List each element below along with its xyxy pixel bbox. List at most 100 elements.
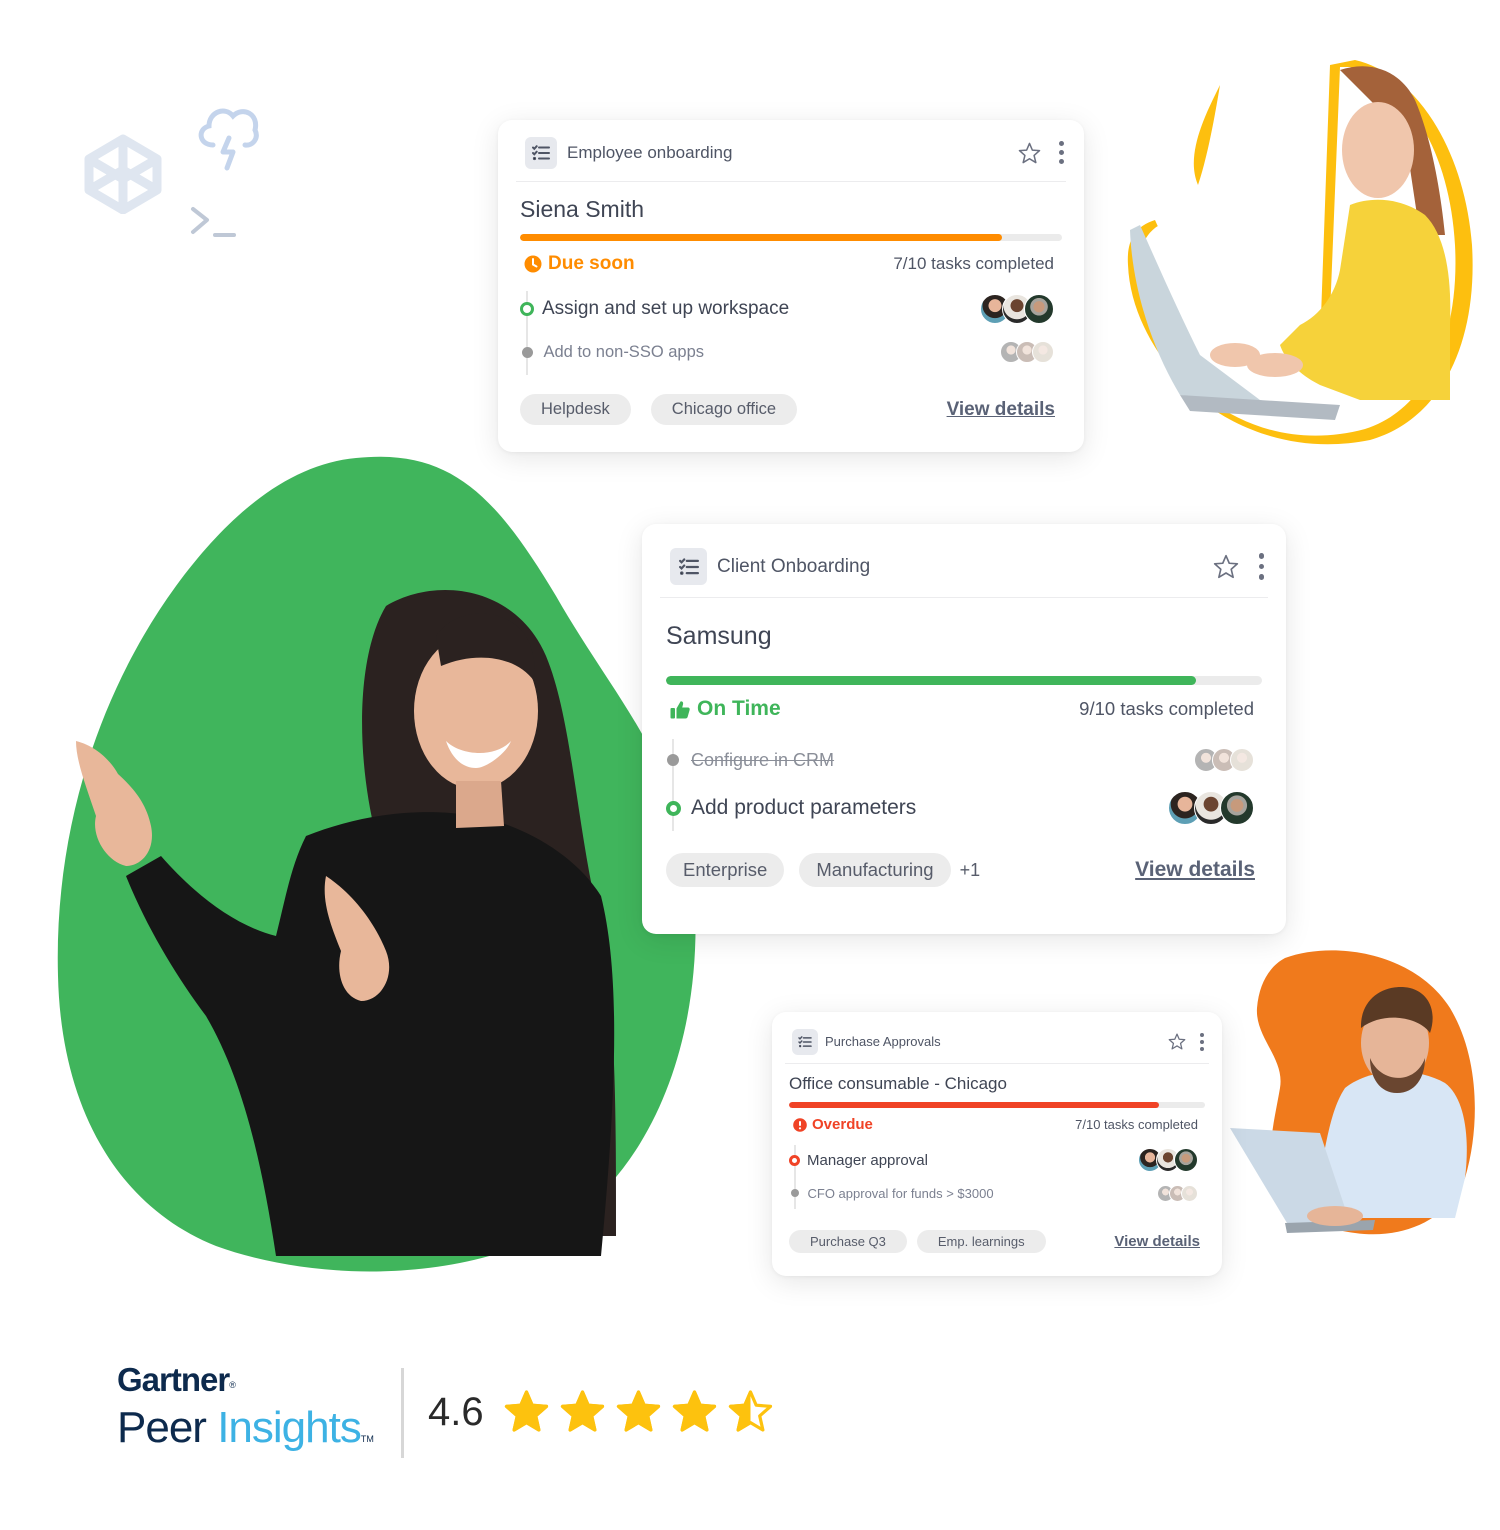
tag-chip[interactable]: Enterprise bbox=[666, 853, 785, 887]
workflow-card-employee-onboarding[interactable]: Employee onboarding Siena Smith Due soon… bbox=[498, 120, 1084, 452]
more-options-icon[interactable] bbox=[1059, 139, 1064, 166]
star-full-icon bbox=[560, 1390, 604, 1432]
clock-icon bbox=[524, 255, 542, 273]
card-category: Employee onboarding bbox=[567, 142, 733, 162]
checklist-icon bbox=[670, 548, 707, 585]
checklist-icon bbox=[792, 1028, 818, 1055]
star-favorite-icon[interactable] bbox=[1213, 554, 1239, 579]
status-badge: Overdue bbox=[793, 1116, 873, 1133]
progress-bar bbox=[520, 234, 1062, 241]
rating-score: 4.6 bbox=[428, 1390, 484, 1434]
progress-bar bbox=[789, 1102, 1205, 1108]
avatar bbox=[1181, 1184, 1198, 1202]
task-list: Configure in CRM Add product parameters bbox=[666, 739, 1254, 831]
card-title: Siena Smith bbox=[520, 196, 645, 222]
avatar bbox=[1220, 791, 1254, 825]
status-label: Overdue bbox=[812, 1116, 873, 1133]
card-title: Office consumable - Chicago bbox=[789, 1074, 1007, 1093]
task-done-dot-icon bbox=[667, 754, 679, 766]
terminal-prompt-icon bbox=[191, 207, 236, 237]
view-details-link[interactable]: View details bbox=[1114, 1233, 1200, 1250]
task-open-dot-icon bbox=[520, 302, 534, 316]
more-options-icon[interactable] bbox=[1200, 1031, 1204, 1052]
tasks-completed-count: 7/10 tasks completed bbox=[1075, 1117, 1198, 1132]
status-label: On Time bbox=[697, 697, 781, 720]
status-label: Due soon bbox=[548, 253, 635, 274]
star-half-icon bbox=[728, 1390, 772, 1432]
card-category: Purchase Approvals bbox=[825, 1034, 941, 1049]
assignee-avatars[interactable] bbox=[980, 294, 1054, 324]
task-label: Assign and set up workspace bbox=[542, 298, 790, 319]
star-favorite-icon[interactable] bbox=[1168, 1033, 1186, 1050]
person-laptop-illustration-2 bbox=[1230, 950, 1475, 1235]
tag-chip[interactable]: Chicago office bbox=[650, 394, 798, 425]
assignee-avatars[interactable] bbox=[1194, 748, 1254, 772]
tag-chip[interactable]: Manufacturing bbox=[799, 853, 951, 887]
codepen-cube-icon bbox=[84, 134, 162, 214]
card-header: Employee onboarding bbox=[516, 120, 1066, 182]
person-laptop-illustration bbox=[1127, 60, 1473, 445]
view-details-link[interactable]: View details bbox=[1135, 858, 1255, 882]
task-open-dot-icon bbox=[789, 1154, 800, 1166]
trademark: TM bbox=[360, 1433, 374, 1444]
card-title: Samsung bbox=[666, 622, 772, 650]
workflow-card-purchase-approvals[interactable]: Purchase Approvals Office consumable - C… bbox=[772, 1012, 1222, 1276]
registered-mark: ® bbox=[229, 1379, 236, 1390]
divider bbox=[401, 1367, 404, 1458]
star-full-icon bbox=[616, 1390, 660, 1432]
task-label: Add to non-SSO apps bbox=[543, 342, 705, 361]
more-tags-count[interactable]: +1 bbox=[960, 860, 981, 881]
assignee-avatars[interactable] bbox=[1157, 1184, 1198, 1202]
task-list: Assign and set up workspace Add to non-S… bbox=[520, 289, 1054, 375]
task-label: CFO approval for funds > $3000 bbox=[807, 1185, 994, 1201]
gartner-rating: Gartner® Peer InsightsTM 4.6 bbox=[117, 1361, 773, 1460]
task-pending-dot-icon bbox=[521, 346, 533, 358]
assignee-avatars[interactable] bbox=[1138, 1148, 1198, 1172]
task-label: Configure in CRM bbox=[691, 749, 835, 770]
tag-chip[interactable]: Purchase Q3 bbox=[789, 1230, 907, 1253]
avatar bbox=[1230, 748, 1254, 772]
task-item[interactable]: Assign and set up workspace bbox=[520, 289, 1054, 329]
avatar bbox=[1024, 294, 1054, 324]
assignee-avatars[interactable] bbox=[1168, 791, 1254, 825]
avatar bbox=[1174, 1148, 1198, 1172]
task-item[interactable]: CFO approval for funds > $3000 bbox=[789, 1178, 1198, 1208]
assignee-avatars[interactable] bbox=[1000, 341, 1054, 363]
progress-bar bbox=[666, 676, 1262, 685]
tag-chip[interactable]: Emp. learnings bbox=[916, 1230, 1046, 1253]
peer-word: Peer bbox=[117, 1402, 207, 1452]
avatar bbox=[1032, 341, 1054, 363]
alert-circle-icon bbox=[793, 1117, 807, 1132]
view-details-link[interactable]: View details bbox=[947, 399, 1055, 421]
task-item[interactable]: Configure in CRM bbox=[666, 739, 1254, 781]
star-rating bbox=[504, 1390, 773, 1435]
star-full-icon bbox=[672, 1390, 716, 1432]
task-item[interactable]: Add product parameters bbox=[666, 787, 1254, 829]
status-badge: Due soon bbox=[524, 253, 635, 275]
star-full-icon bbox=[504, 1390, 548, 1432]
progress-fill bbox=[666, 676, 1197, 685]
gartner-peer-insights-logo: Gartner® Peer InsightsTM bbox=[117, 1361, 387, 1464]
tasks-completed-count: 9/10 tasks completed bbox=[1079, 698, 1254, 719]
workflow-card-client-onboarding[interactable]: Client Onboarding Samsung On Time 9/10 t… bbox=[642, 524, 1286, 934]
checklist-icon bbox=[525, 136, 557, 169]
card-header: Client Onboarding bbox=[660, 524, 1268, 598]
tag-chip[interactable]: Helpdesk bbox=[520, 394, 631, 425]
task-item[interactable]: Manager approval bbox=[789, 1145, 1198, 1175]
star-favorite-icon[interactable] bbox=[1018, 142, 1041, 164]
progress-fill bbox=[789, 1102, 1160, 1108]
task-label: Manager approval bbox=[807, 1151, 928, 1169]
insights-word: Insights bbox=[217, 1402, 362, 1452]
progress-fill bbox=[520, 234, 1003, 241]
task-label: Add product parameters bbox=[691, 796, 917, 819]
task-pending-dot-icon bbox=[790, 1189, 799, 1197]
task-open-dot-icon bbox=[666, 800, 681, 816]
tasks-completed-count: 7/10 tasks completed bbox=[893, 254, 1054, 273]
card-header: Purchase Approvals bbox=[785, 1012, 1209, 1064]
more-options-icon[interactable] bbox=[1258, 551, 1264, 583]
task-list: Manager approval CFO approval for funds … bbox=[789, 1145, 1198, 1209]
status-badge: On Time bbox=[670, 697, 781, 721]
task-item[interactable]: Add to non-SSO apps bbox=[520, 332, 1054, 372]
cloud-lightning-icon bbox=[198, 108, 259, 171]
hero-person-illustration bbox=[57, 456, 696, 1272]
